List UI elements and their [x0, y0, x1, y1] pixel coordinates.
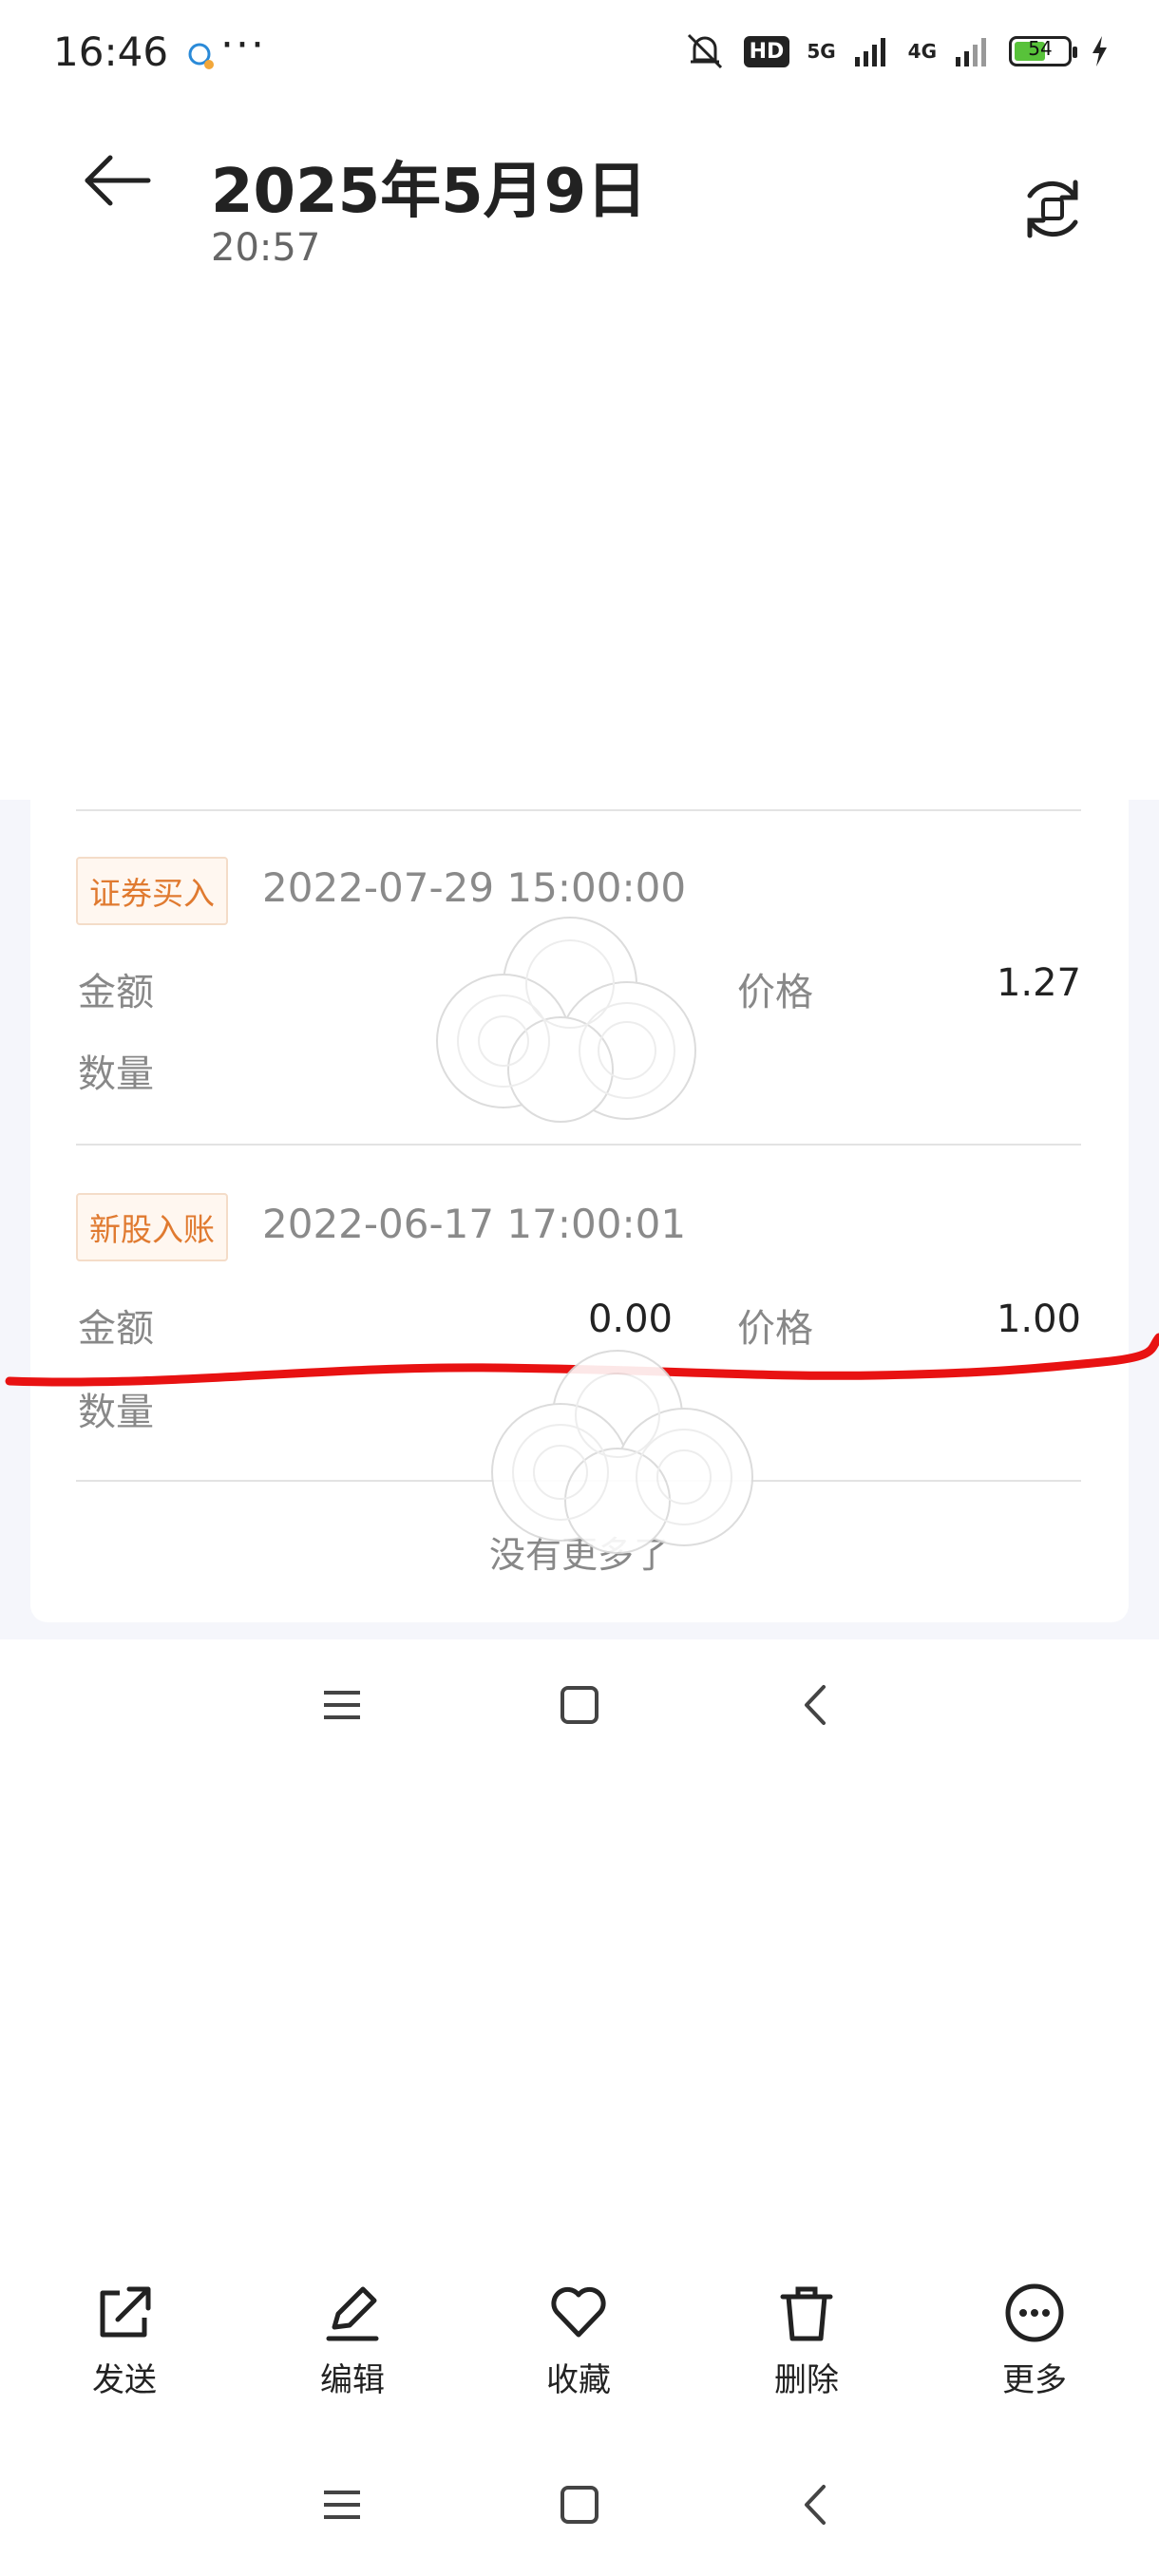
- transaction-time: 2022-07-29 15:00:00: [262, 864, 687, 911]
- hd-badge: HD: [743, 35, 790, 67]
- favorite-label: 收藏: [546, 2361, 611, 2399]
- battery-icon: 54: [1009, 36, 1077, 66]
- status-more-dots: ···: [220, 21, 266, 69]
- divider: [76, 809, 1081, 811]
- mute-bell-icon: [687, 33, 722, 69]
- charging-icon: [1092, 36, 1107, 66]
- edit-label: 编辑: [320, 2361, 385, 2399]
- signal-icon: [854, 38, 885, 66]
- page-title: 2025年5月9日: [211, 157, 648, 227]
- rotate-icon[interactable]: [1016, 173, 1089, 245]
- more-label: 更多: [1002, 2361, 1067, 2399]
- quantity-label: 数量: [78, 1391, 154, 1434]
- transaction-time: 2022-06-17 17:00:01: [262, 1201, 687, 1247]
- cloud-sticker-icon: [436, 917, 696, 1123]
- edit-icon: [326, 2286, 379, 2341]
- favorite-button[interactable]: 收藏: [498, 2282, 659, 2400]
- delete-label: 删除: [774, 2361, 839, 2399]
- send-button[interactable]: 发送: [44, 2282, 205, 2400]
- home-icon[interactable]: [556, 2481, 603, 2529]
- more-button[interactable]: 更多: [954, 2282, 1115, 2400]
- transaction-type-tag: 新股入账: [76, 1193, 228, 1261]
- status-time: 16:46: [53, 28, 169, 75]
- page-subtitle: 20:57: [211, 226, 321, 270]
- status-indicators: HD 5G 4G 54: [683, 30, 1110, 72]
- back-chevron-icon[interactable]: [793, 2481, 841, 2529]
- cloud-sticker-icon: [491, 1350, 753, 1554]
- amount-label: 金额: [78, 971, 154, 1014]
- menu-icon[interactable]: [318, 2481, 366, 2529]
- share-icon: [100, 2286, 151, 2338]
- embedded-nav-bar: [0, 1681, 1159, 1729]
- edit-button[interactable]: 编辑: [272, 2282, 433, 2400]
- price-label: 价格: [737, 971, 813, 1014]
- send-label: 发送: [92, 2361, 157, 2399]
- price-value: 1.27: [996, 961, 1081, 1005]
- chat-notification-icon: [188, 43, 214, 69]
- back-chevron-icon: [805, 1685, 826, 1725]
- delete-button[interactable]: 删除: [726, 2282, 887, 2400]
- trash-icon: [780, 2286, 833, 2341]
- battery-level: 54: [1028, 37, 1053, 60]
- quantity-label: 数量: [78, 1052, 154, 1096]
- more-icon: [1005, 2283, 1064, 2342]
- net-5g-label: 5G: [807, 40, 836, 63]
- back-arrow-icon[interactable]: [82, 152, 152, 209]
- menu-icon: [324, 1691, 360, 1719]
- home-icon: [560, 1686, 598, 1724]
- signal-icon-2: [956, 38, 986, 66]
- divider: [76, 1144, 1081, 1146]
- net-4g-label: 4G: [907, 40, 937, 63]
- system-nav-bar: [0, 2481, 1159, 2529]
- heart-icon: [551, 2286, 606, 2338]
- transaction-type-tag: 证券买入: [76, 857, 228, 925]
